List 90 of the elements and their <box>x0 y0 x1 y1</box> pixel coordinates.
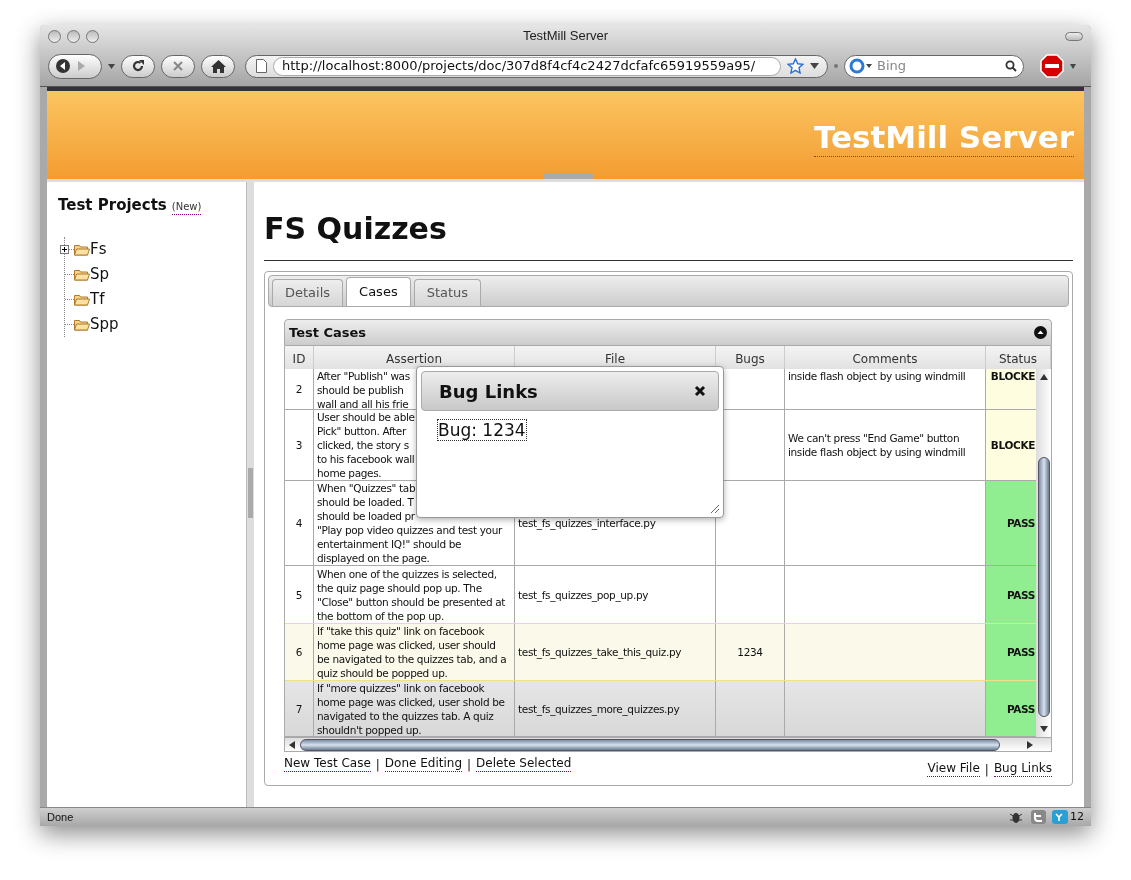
scroll-up-icon <box>1039 373 1048 381</box>
close-icon <box>172 60 184 72</box>
assertion-cell: User should be able Pick" button. After clicked, the story s to his facebook wall home pages. <box>317 410 415 480</box>
grid-title: Test Cases <box>289 323 368 342</box>
action-link[interactable]: New Test Case <box>284 756 371 772</box>
assertion-cell: If "more quizzes" link on facebook home page was clicked, user shold be navigated to the quizzes tab. A quiz shouldn't popped up. <box>317 681 505 736</box>
folder-icon <box>74 317 90 331</box>
forward-icon <box>76 60 86 72</box>
comments-cell: We can't press "End Game" button inside flash object by using windmill <box>788 431 966 459</box>
new-project-link[interactable]: (New) <box>171 199 202 215</box>
id-cell: 6 <box>295 645 303 659</box>
search-icon <box>1005 60 1017 72</box>
tree-item[interactable]: Fs <box>90 237 107 261</box>
status-cell: BLOCKE <box>990 438 1035 452</box>
dropdown-icon[interactable] <box>810 63 819 69</box>
id-cell: 4 <box>295 516 303 530</box>
tab[interactable]: Details <box>272 279 344 306</box>
link-separator: | <box>984 762 989 779</box>
close-window-icon[interactable] <box>48 29 61 43</box>
window-title: TestMill Server <box>522 27 609 46</box>
file-cell: test_fs_quizzes_interface.py <box>518 516 656 530</box>
tab[interactable]: Cases <box>346 277 411 306</box>
id-cell: 3 <box>295 438 303 452</box>
home-icon <box>210 59 226 73</box>
id-cell: 5 <box>295 587 303 602</box>
assertion-cell: When "Quizzes" tab should be loaded. T should be loaded pr "Play pop video quizzes and test your entertainment IQ!" should be displayed on the page. <box>317 481 502 565</box>
dropdown-icon[interactable] <box>1070 63 1076 69</box>
stop-button[interactable] <box>161 54 195 78</box>
comments-cell: inside flash object by using windmill <box>788 369 966 383</box>
id-cell: 7 <box>295 701 303 716</box>
page-icon <box>256 59 267 73</box>
assertion-cell: If "take this quiz" link on facebook home page was clicked, user should be navigated to the quizzes tab, and a quiz should be popped up. <box>317 624 507 680</box>
vertical-scrollbar[interactable] <box>1036 369 1051 737</box>
search-placeholder: Bing <box>877 57 908 76</box>
sidebar-title: Test Projects <box>58 195 167 216</box>
tab[interactable]: Status <box>413 279 482 306</box>
action-link[interactable]: Delete Selected <box>476 756 572 772</box>
expand-icon[interactable] <box>60 244 69 254</box>
action-link[interactable]: View File <box>927 761 980 777</box>
zoom-window-icon[interactable] <box>86 29 99 43</box>
assertion-cell: After "Publish" was should be publish wall and all his frie <box>317 369 410 409</box>
adblock-icon[interactable] <box>1040 54 1064 78</box>
toolbar-toggle-icon[interactable] <box>1065 31 1083 41</box>
dialog-title: Bug Links <box>439 379 539 404</box>
status-cell: PASS <box>1006 645 1035 659</box>
collapse-icon[interactable] <box>1034 326 1047 339</box>
url-text: http://localhost:8000/projects/doc/307d8f4cf4c2427dcfafc65919559a95/ <box>282 57 756 76</box>
resize-grip-icon[interactable] <box>710 504 720 514</box>
home-button[interactable] <box>201 54 235 78</box>
dropdown-icon[interactable] <box>108 63 115 69</box>
id-cell: 2 <box>295 382 303 396</box>
scroll-right-icon <box>1026 740 1034 749</box>
action-link[interactable]: Done Editing <box>384 756 463 772</box>
file-cell: test_fs_quizzes_take_this_quiz.py <box>518 645 682 659</box>
folder-icon <box>74 292 90 306</box>
tree-item[interactable]: Sp <box>90 262 110 286</box>
file-cell: test_fs_quizzes_more_quizzes.py <box>518 701 680 716</box>
bugs-cell: 1234 <box>737 645 763 659</box>
tree-item[interactable]: Tf <box>90 287 105 311</box>
reload-button[interactable] <box>121 54 155 78</box>
status-cell: PASS <box>1006 701 1035 716</box>
link-separator: | <box>467 757 472 774</box>
status-text: Done <box>47 809 75 825</box>
chat-icon <box>1052 810 1068 824</box>
folder-icon <box>74 242 90 256</box>
bug-icon <box>1009 810 1023 824</box>
tree-item[interactable]: Spp <box>90 312 119 336</box>
minimize-window-icon[interactable] <box>67 29 80 43</box>
address-bar[interactable]: http://localhost:8000/projects/doc/307d8f4cf4c2427dcfafc65919559a95/ <box>245 54 828 78</box>
scroll-down-icon <box>1039 725 1048 733</box>
horizontal-scrollbar[interactable] <box>284 737 1052 752</box>
assertion-cell: When one of the quizzes is selected, the quiz page should pop up. The "Close" button should be presented at the bottom of the pop up. <box>317 566 506 623</box>
search-engine-icon <box>849 58 873 74</box>
search-field[interactable]: Bing <box>844 54 1024 78</box>
action-link[interactable]: Bug Links <box>993 761 1052 777</box>
status-cell: PASS <box>1006 516 1035 530</box>
star-icon[interactable] <box>787 58 804 74</box>
status-cell: PASS <box>1006 587 1035 602</box>
status-cell: BLOCKE <box>990 369 1035 383</box>
bug-link[interactable]: Bug: 1234 <box>437 419 527 441</box>
link-separator: | <box>375 757 380 774</box>
page-title: FS Quizzes <box>264 209 1073 261</box>
notification-count: 12 <box>1070 808 1084 825</box>
file-cell: test_fs_quizzes_pop_up.py <box>518 587 649 602</box>
back-forward-button[interactable] <box>48 53 102 79</box>
back-icon <box>56 59 70 73</box>
folder-icon <box>74 267 90 281</box>
scroll-left-icon <box>288 740 296 749</box>
close-icon[interactable] <box>694 385 706 397</box>
reload-icon <box>131 59 145 73</box>
